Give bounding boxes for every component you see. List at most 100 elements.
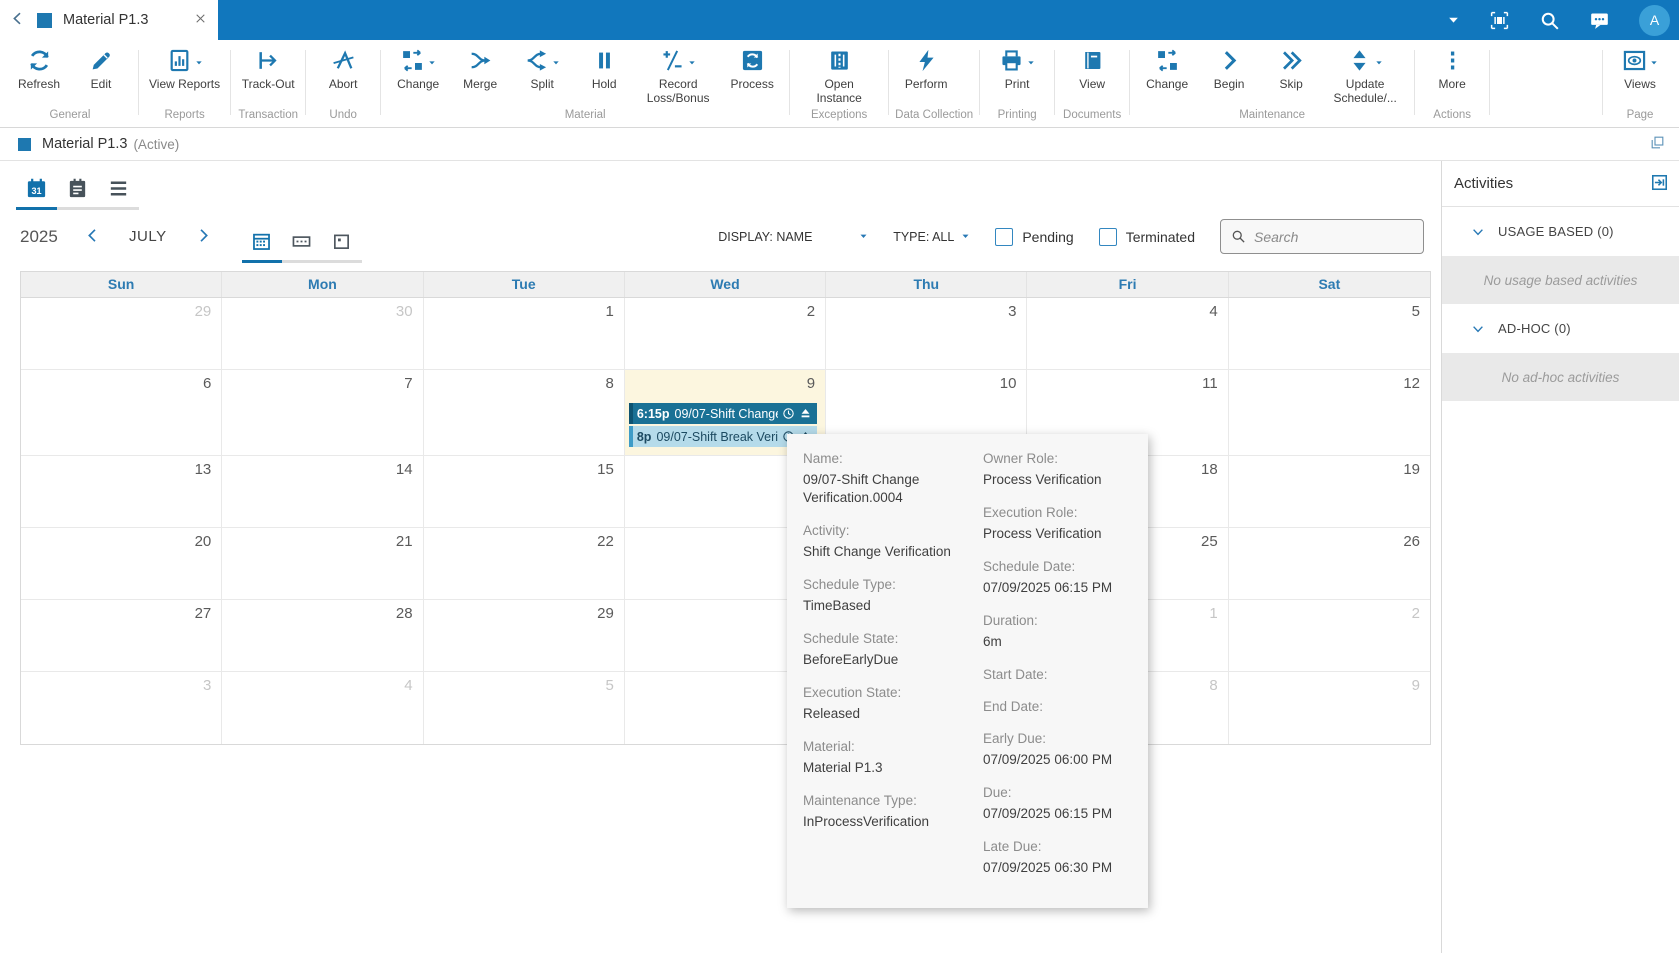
next-month-button[interactable]	[195, 227, 212, 247]
search-input[interactable]	[1254, 229, 1413, 245]
calendar-cell-2[interactable]: 2	[625, 298, 826, 370]
ribbon-button-label: Skip	[1279, 78, 1302, 92]
ribbon-button-hold[interactable]: Hold	[574, 47, 634, 92]
ribbon-button-record-loss-bonus[interactable]: Record Loss/Bonus	[636, 47, 720, 105]
calendar-cell-29[interactable]: 29	[21, 298, 222, 370]
cell-date: 5	[606, 677, 614, 694]
more-icon	[1440, 48, 1465, 73]
field-value: 07/09/2025 06:15 PM	[983, 579, 1134, 597]
calendar-cell-30[interactable]: 30	[222, 298, 423, 370]
ribbon-button-begin[interactable]: Begin	[1199, 47, 1259, 92]
calendar-cell-7[interactable]: 7	[222, 370, 423, 456]
year-label: 2025	[20, 227, 58, 247]
calendar-cell-26[interactable]: 26	[1229, 528, 1430, 600]
process-icon	[740, 48, 765, 73]
ribbon-button-more[interactable]: More	[1422, 47, 1482, 92]
calendar-cell-9[interactable]: 9	[1229, 672, 1430, 744]
calendar-cell-8[interactable]: 8	[424, 370, 625, 456]
calendar-cell-4[interactable]: 4	[222, 672, 423, 744]
dropdown-caret-icon[interactable]	[1447, 14, 1460, 27]
calendar-cell-27[interactable]: 27	[21, 600, 222, 672]
week-scale-button[interactable]	[282, 223, 322, 263]
ribbon-button-change[interactable]: Change	[388, 47, 448, 92]
calendar-cell-12[interactable]: 12	[1229, 370, 1430, 456]
update-schedule-icon	[1347, 48, 1372, 73]
checkbox-label: Terminated	[1126, 229, 1195, 245]
terminated-checkbox[interactable]: Terminated	[1099, 228, 1195, 246]
activities-sidebar: Activities USAGE BASED (0)No usage based…	[1441, 161, 1679, 953]
ribbon-button-abort[interactable]: Abort	[313, 47, 373, 92]
display-filter-dropdown[interactable]: DISPLAY: NAME	[718, 230, 868, 244]
calendar-cell-29[interactable]: 29	[424, 600, 625, 672]
barcode-icon[interactable]	[1489, 10, 1510, 31]
month-scale-button[interactable]	[242, 223, 282, 263]
cell-date: 26	[1403, 533, 1420, 550]
calendar-cell-5[interactable]: 5	[1229, 298, 1430, 370]
ribbon-divider	[789, 50, 790, 115]
checkbox-icon	[1099, 228, 1117, 246]
day-scale-button[interactable]	[322, 223, 362, 263]
month-label: JULY	[125, 228, 171, 245]
ribbon-button-split[interactable]: Split	[512, 47, 572, 92]
avatar[interactable]: A	[1639, 5, 1670, 36]
chat-icon[interactable]	[1589, 10, 1610, 31]
ribbon-button-print[interactable]: Print	[987, 47, 1047, 92]
tooltip-field-name: Name:09/07-Shift Change Verification.000…	[803, 450, 961, 507]
ribbon-button-views[interactable]: Views	[1610, 47, 1670, 92]
cell-date: 3	[1008, 303, 1016, 320]
pending-checkbox[interactable]: Pending	[995, 228, 1073, 246]
ribbon-button-process[interactable]: Process	[722, 47, 782, 92]
tab-calendar-view[interactable]: 31	[16, 169, 57, 210]
cell-date: 8	[1209, 677, 1217, 694]
calendar-cell-2[interactable]: 2	[1229, 600, 1430, 672]
tab-schedule-view[interactable]	[57, 169, 98, 210]
ribbon-button-track-out[interactable]: Track-Out	[238, 47, 298, 92]
calendar-cell-1[interactable]: 1	[424, 298, 625, 370]
ribbon-divider	[888, 50, 889, 115]
calendar-cell-13[interactable]: 13	[21, 456, 222, 528]
event-title: 09/07-Shift Break Verifi...	[656, 430, 778, 444]
back-button[interactable]	[10, 9, 30, 31]
ribbon-button-view[interactable]: View	[1062, 47, 1122, 92]
sidebar-section-usage-based-0[interactable]: USAGE BASED (0)	[1442, 207, 1679, 256]
calendar-cell-21[interactable]: 21	[222, 528, 423, 600]
abort-icon	[331, 48, 356, 73]
type-filter-dropdown[interactable]: TYPE: ALL	[893, 230, 970, 244]
tooltip-field-material: Material:Material P1.3	[803, 738, 961, 777]
calendar-cell-3[interactable]: 3	[826, 298, 1027, 370]
calendar-cell-20[interactable]: 20	[21, 528, 222, 600]
ribbon-button-merge[interactable]: Merge	[450, 47, 510, 92]
ribbon-button-change[interactable]: Change	[1137, 47, 1197, 92]
sidebar-section-ad-hoc-0[interactable]: AD-HOC (0)	[1442, 304, 1679, 353]
calendar-cell-22[interactable]: 22	[424, 528, 625, 600]
tooltip-field-schedule-date: Schedule Date:07/09/2025 06:15 PM	[983, 558, 1134, 597]
prev-month-button[interactable]	[84, 227, 101, 247]
ribbon-button-open-instance[interactable]: Open Instance	[797, 47, 881, 105]
calendar-cell-19[interactable]: 19	[1229, 456, 1430, 528]
field-value: Process Verification	[983, 471, 1134, 489]
ribbon-button-view-reports[interactable]: View Reports	[146, 47, 223, 92]
expand-page-button[interactable]	[1650, 135, 1665, 153]
calendar-cell-4[interactable]: 4	[1027, 298, 1228, 370]
calendar-cell-3[interactable]: 3	[21, 672, 222, 744]
calendar-cell-5[interactable]: 5	[424, 672, 625, 744]
tooltip-field-start-date: Start Date:	[983, 666, 1134, 683]
tab-close-button[interactable]	[190, 10, 210, 30]
calendar-cell-15[interactable]: 15	[424, 456, 625, 528]
ribbon-button-edit[interactable]: Edit	[71, 47, 131, 92]
ribbon-button-refresh[interactable]: Refresh	[9, 47, 69, 92]
tab-title[interactable]: Material P1.3	[63, 12, 190, 28]
open-panel-button[interactable]	[1651, 174, 1668, 194]
day-header-sat: Sat	[1229, 272, 1430, 297]
ribbon-button-perform[interactable]: Perform	[896, 47, 956, 92]
calendar-event[interactable]: 6:15p09/07-Shift Change ...	[629, 403, 817, 424]
calendar-cell-14[interactable]: 14	[222, 456, 423, 528]
ribbon-button-update-schedule[interactable]: Update Schedule/...	[1323, 47, 1407, 105]
topbar-actions: A	[1447, 0, 1679, 40]
global-search-icon[interactable]	[1539, 10, 1560, 31]
tab-list-view[interactable]	[98, 169, 139, 210]
calendar-cell-28[interactable]: 28	[222, 600, 423, 672]
field-value: InProcessVerification	[803, 813, 961, 831]
calendar-cell-6[interactable]: 6	[21, 370, 222, 456]
ribbon-button-skip[interactable]: Skip	[1261, 47, 1321, 92]
